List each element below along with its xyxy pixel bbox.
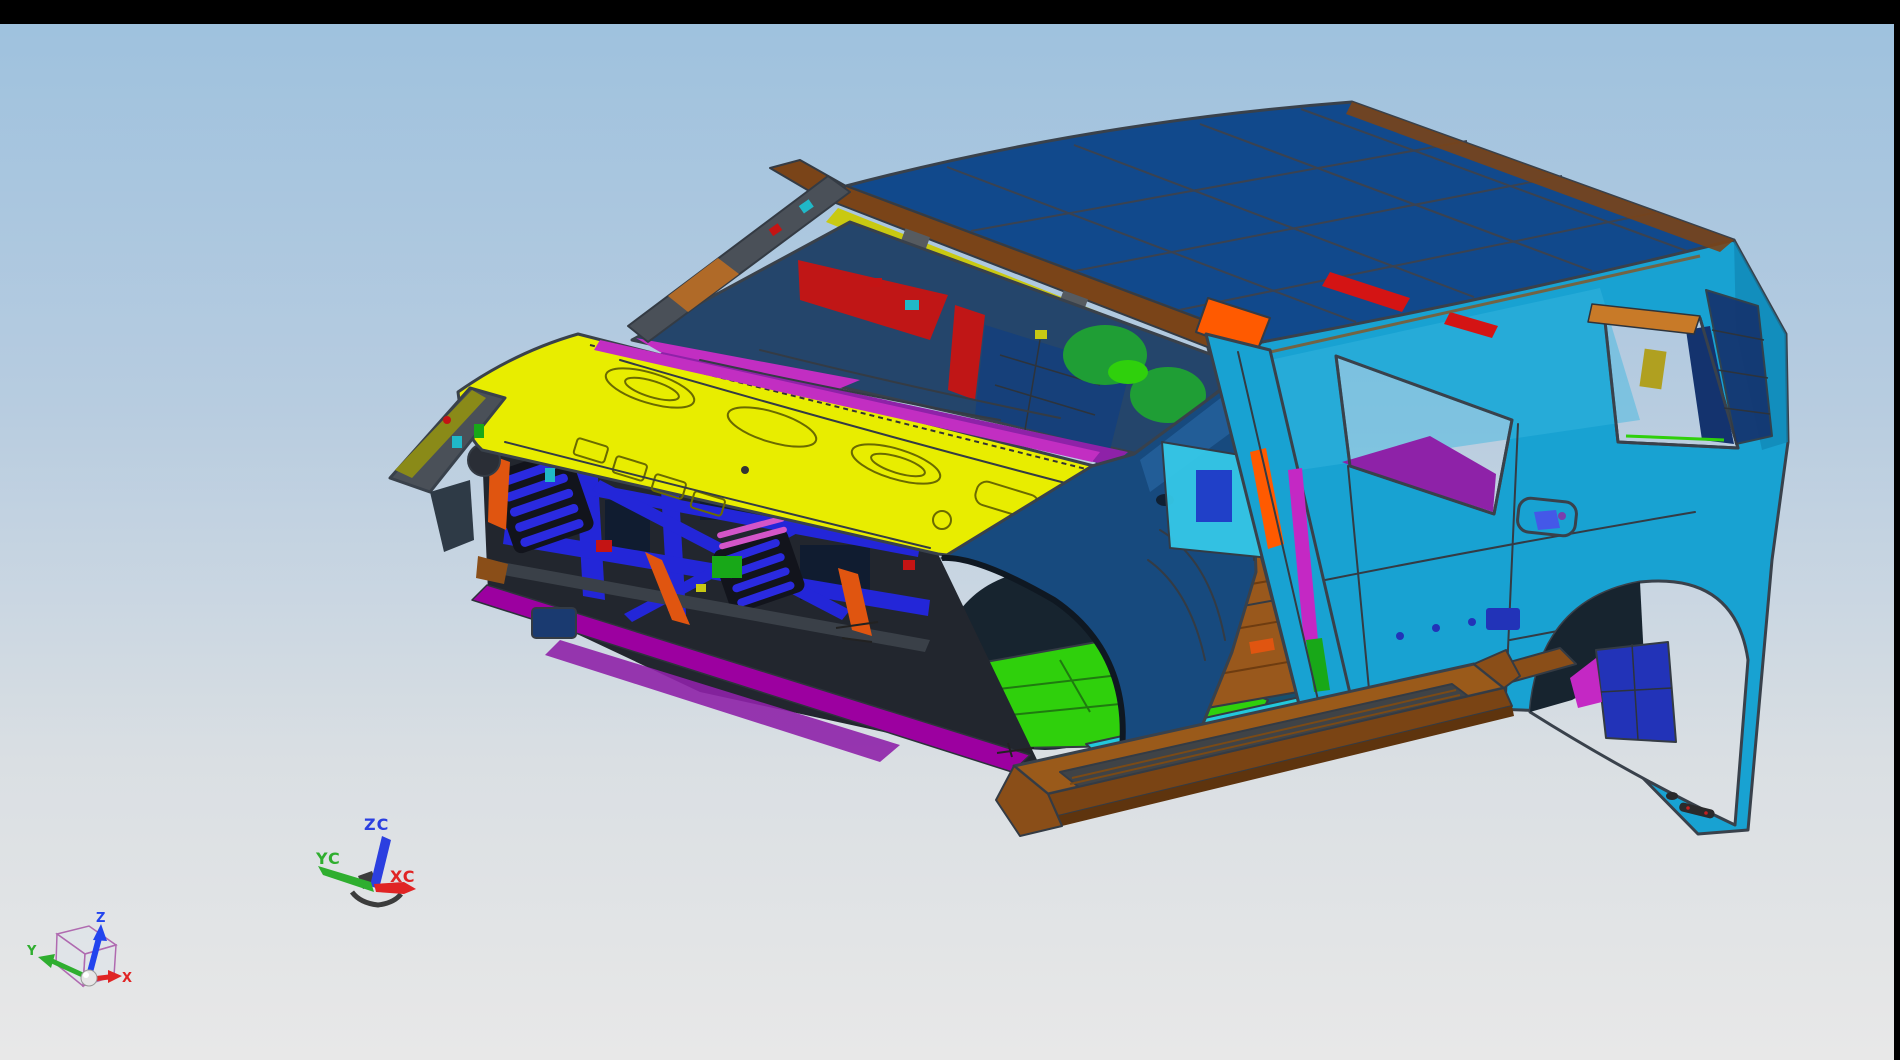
hood-latch-dot xyxy=(741,466,749,474)
abs-origin-highlight xyxy=(83,972,89,978)
z-axis-label: Z xyxy=(96,911,105,926)
cad-window: ZC YC XC Z Y X xyxy=(0,0,1900,1060)
debris-fastener[interactable] xyxy=(1666,792,1678,800)
debris-red-dot xyxy=(1686,806,1690,810)
x-axis-label: X xyxy=(122,971,132,986)
y-axis-label: Y xyxy=(26,944,37,959)
cyan-part xyxy=(545,468,555,482)
bumper-corner-box xyxy=(532,608,576,638)
door-handle[interactable] xyxy=(1516,497,1577,537)
right-letterbox-bar xyxy=(1894,0,1900,1060)
zc-axis-label: ZC xyxy=(364,815,389,834)
abs-origin-sphere[interactable] xyxy=(81,970,97,986)
graphics-viewport[interactable]: ZC YC XC Z Y X xyxy=(0,0,1900,1060)
wing-red-dot xyxy=(443,416,451,424)
wing-green-part xyxy=(474,424,484,438)
xc-axis-label: XC xyxy=(390,867,416,886)
debris-red-dot-2 xyxy=(1704,811,1708,815)
top-letterbox-bar xyxy=(0,0,1900,24)
yc-axis-label: YC xyxy=(315,849,341,868)
door-interior-blue-box xyxy=(1196,470,1232,522)
wing-teal-part xyxy=(452,436,462,448)
